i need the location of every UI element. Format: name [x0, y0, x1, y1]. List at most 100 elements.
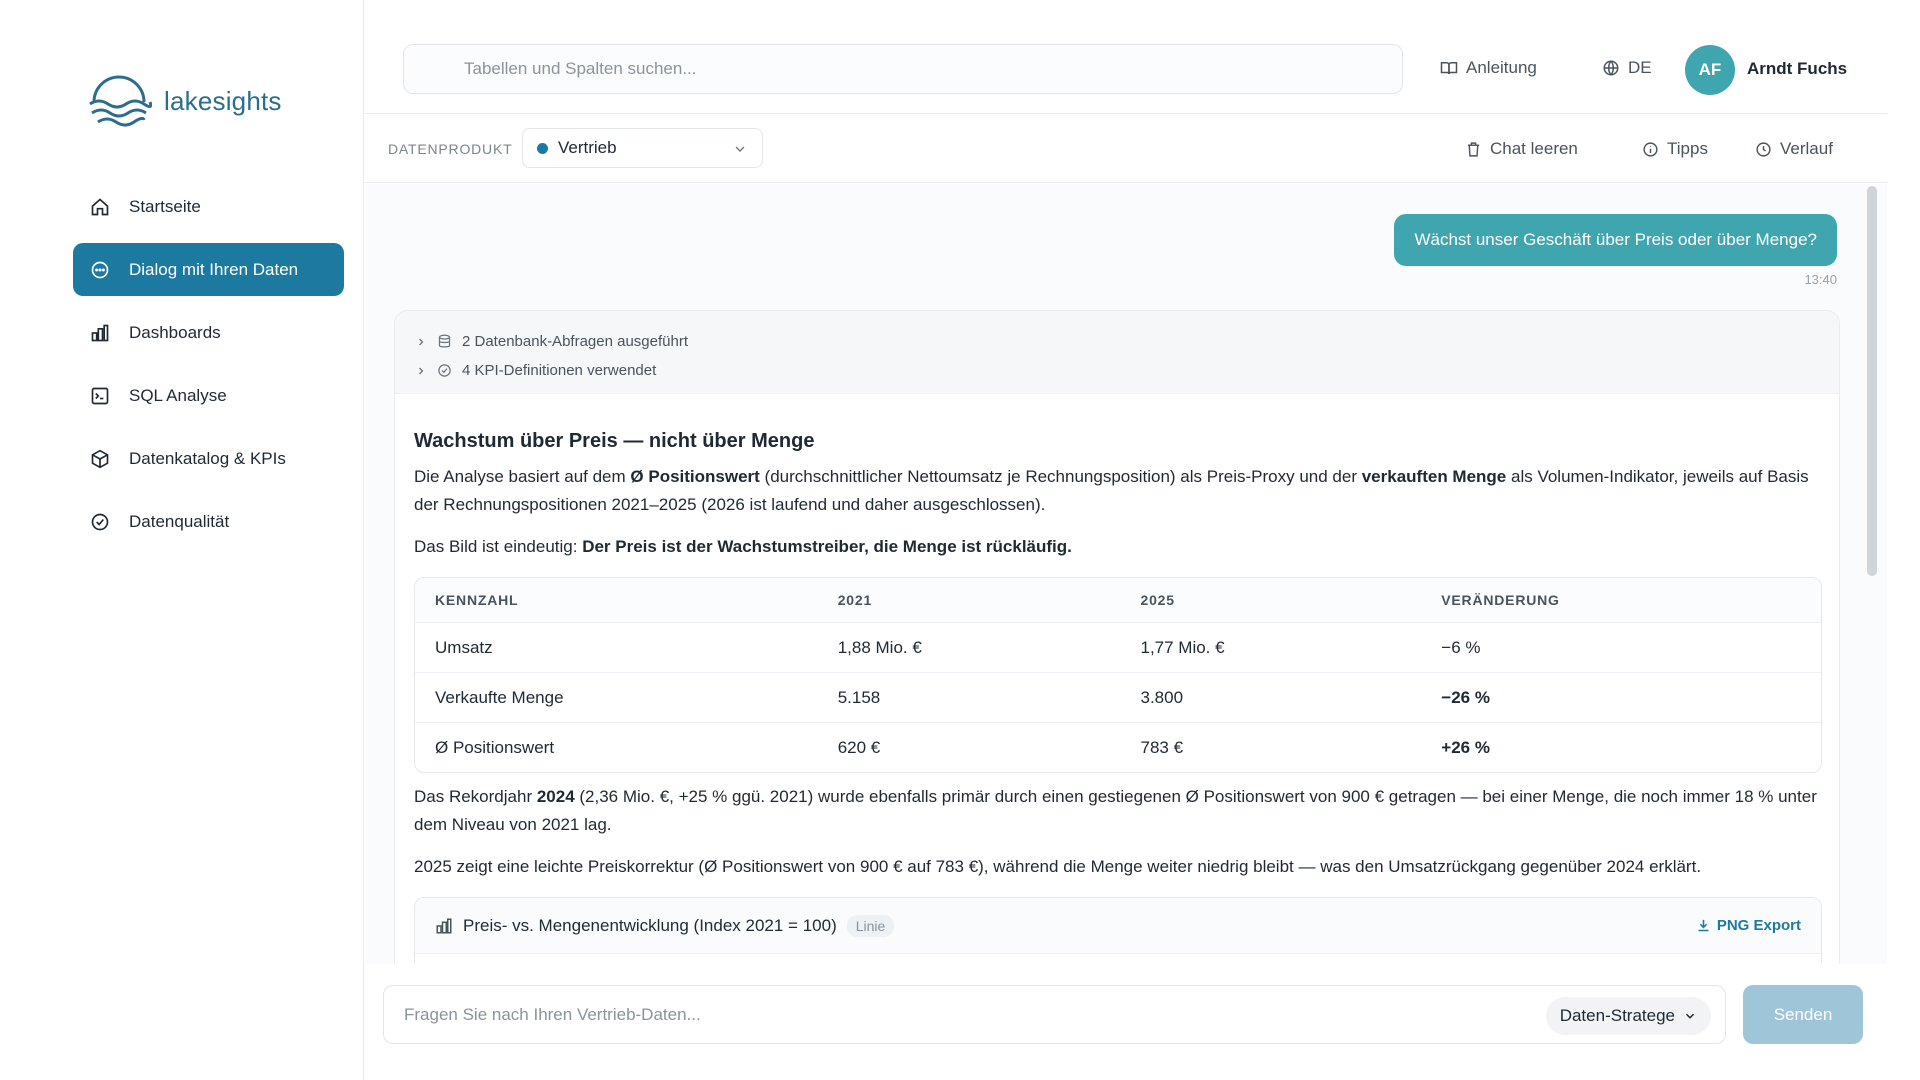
info-icon: [1643, 141, 1658, 157]
chat-icon: [89, 259, 111, 281]
terminal-icon: [89, 385, 111, 407]
globe-icon: [1603, 60, 1619, 76]
check-circle-icon: [89, 511, 111, 533]
user-name[interactable]: Arndt Fuchs: [1747, 59, 1847, 79]
message-input[interactable]: [404, 1000, 1504, 1030]
chat-area[interactable]: Wächst unser Geschäft über Preis oder üb…: [365, 184, 1887, 964]
execution-steps: 2 Datenbank-Abfragen ausgeführt 4 KPI-De…: [395, 311, 1839, 394]
table-header: KENNZAHL 2021 2025 VERÄNDERUNG: [415, 578, 1821, 622]
history-button[interactable]: Verlauf: [1755, 139, 1833, 159]
tips-button[interactable]: Tipps: [1642, 139, 1708, 159]
chart-type-badge: Linie: [846, 914, 895, 937]
sidebar-item-dialog[interactable]: Dialog mit Ihren Daten: [73, 243, 344, 296]
book-icon: [1440, 62, 1458, 75]
data-product-select[interactable]: Vertrieb: [522, 128, 763, 168]
data-product-label: DATENPRODUKT: [388, 141, 513, 157]
chevron-right-icon: [419, 367, 424, 374]
chat-toolbar: DATENPRODUKT Vertrieb Chat leeren Tipps …: [365, 115, 1887, 183]
answer-title: Wachstum über Preis — nicht über Menge: [414, 430, 815, 452]
avatar[interactable]: AF: [1685, 45, 1735, 95]
table-cell: 1,77 Mio. €: [1140, 637, 1225, 657]
table-cell: −26 %: [1441, 687, 1490, 707]
table-cell: Ø Positionswert: [435, 737, 555, 757]
chat-scrollbar[interactable]: [1867, 186, 1877, 576]
send-button[interactable]: Senden: [1743, 985, 1863, 1044]
chevron-down-icon: [1685, 1013, 1695, 1019]
logo[interactable]: lakesights: [86, 68, 282, 134]
main-nav: Startseite Dialog mit Ihren Daten Dashbo…: [73, 180, 344, 558]
png-export-button[interactable]: PNG Export: [1696, 917, 1801, 934]
user-message-bubble: Wächst unser Geschäft über Preis oder üb…: [1394, 214, 1837, 266]
header-cell: 2025: [1140, 592, 1175, 608]
p1-part: Die Analyse basiert auf dem: [414, 467, 631, 486]
p2-part: Das Bild ist eindeutig:: [414, 537, 583, 556]
answer-paragraph-4: 2025 zeigt eine leichte Preiskorrektur (…: [414, 857, 1702, 876]
sidebar-item-dashboards[interactable]: Dashboards: [73, 306, 344, 359]
download-icon: [1698, 919, 1709, 932]
sidebar-item-label: Dashboards: [129, 322, 221, 342]
language-label: DE: [1628, 58, 1652, 77]
table-cell: 620 €: [837, 737, 881, 757]
chart-title: Preis- vs. Mengenentwicklung (Index 2021…: [463, 915, 837, 935]
p3-part: Das Rekordjahr: [414, 787, 537, 806]
sidebar-item-startseite[interactable]: Startseite: [73, 180, 344, 233]
persona-label: Daten-Stratege: [1559, 1006, 1675, 1025]
answer-paragraph-1: Die Analyse basiert auf dem Ø Positionsw…: [414, 463, 1820, 519]
step-label: 2 Datenbank-Abfragen ausgeführt: [462, 333, 688, 350]
table-cell: −6 %: [1441, 637, 1481, 657]
persona-select[interactable]: Daten-Stratege: [1545, 997, 1711, 1035]
database-icon: [438, 334, 451, 348]
sidebar-item-label: Startseite: [129, 196, 201, 216]
answer-paragraph-2: Das Bild ist eindeutig: Der Preis ist de…: [414, 533, 1820, 561]
top-header: Anleitung DE AF Arndt Fuchs: [365, 0, 1887, 114]
user-message-text: Wächst unser Geschäft über Preis oder üb…: [1414, 230, 1817, 249]
table-cell: 783 €: [1140, 737, 1184, 757]
lake-logo-icon: [89, 75, 152, 127]
search-input[interactable]: [403, 44, 1403, 94]
p1-bold: Ø Positionswert: [630, 467, 760, 486]
tips-label: Tipps: [1667, 139, 1708, 158]
p3-bold: 2024: [536, 787, 575, 806]
clear-chat-label: Chat leeren: [1490, 139, 1578, 158]
step-kpis[interactable]: 4 KPI-Definitionen verwendet: [395, 356, 1839, 385]
sidebar-item-qualitaet[interactable]: Datenqualität: [73, 495, 344, 548]
sidebar-item-label: Dialog mit Ihren Daten: [129, 259, 299, 279]
answer-paragraph-3: Das Rekordjahr 2024 (2,36 Mio. €, +25 % …: [414, 783, 1820, 839]
clock-icon: [1756, 141, 1771, 157]
composer: Daten-Stratege: [383, 985, 1726, 1044]
sidebar-item-label: Datenqualität: [129, 511, 230, 531]
data-product-value: Vertrieb: [558, 138, 617, 157]
sidebar-item-label: SQL Analyse: [129, 385, 227, 405]
chart-header: Preis- vs. Mengenentwicklung (Index 2021…: [415, 898, 1821, 954]
package-icon: [89, 448, 111, 470]
guide-link[interactable]: Anleitung: [1440, 58, 1537, 78]
answer-content: Wachstum über Preis — nicht über Menge D…: [395, 394, 1839, 964]
header-cell: 2021: [837, 592, 873, 608]
home-icon: [89, 196, 111, 218]
table-row: Umsatz 1,88 Mio. € 1,77 Mio. € −6 %: [415, 622, 1821, 672]
chart-card: Preis- vs. Mengenentwicklung (Index 2021…: [414, 897, 1822, 964]
guide-label: Anleitung: [1466, 58, 1537, 77]
step-queries[interactable]: 2 Datenbank-Abfragen ausgeführt: [395, 327, 1839, 356]
assistant-answer: 2 Datenbank-Abfragen ausgeführt 4 KPI-De…: [394, 310, 1840, 964]
p3-part: (2,36 Mio. €, +25 % ggü. 2021) wurde ebe…: [414, 787, 1817, 834]
p1-bold: verkauften Menge: [1361, 467, 1507, 486]
header-cell: KENNZAHL: [435, 592, 519, 608]
sidebar-item-katalog[interactable]: Datenkatalog & KPIs: [73, 432, 344, 485]
p1-part: (durchschnittlicher Nettoumsatz je Rechn…: [759, 467, 1362, 486]
trash-icon: [1467, 141, 1480, 157]
check-circle-icon: [438, 364, 451, 377]
step-label: 4 KPI-Definitionen verwendet: [462, 362, 657, 379]
table-row: Ø Positionswert 620 € 783 € +26 %: [415, 722, 1821, 772]
avatar-initials: AF: [1698, 60, 1722, 79]
bar-chart-icon: [436, 918, 452, 933]
table-cell: Umsatz: [435, 637, 493, 657]
table-cell: 1,88 Mio. €: [837, 637, 922, 657]
language-switch[interactable]: DE: [1602, 58, 1652, 78]
sidebar-item-label: Datenkatalog & KPIs: [129, 448, 286, 468]
kpi-table: KENNZAHL 2021 2025 VERÄNDERUNG Umsatz 1,…: [414, 577, 1822, 773]
history-label: Verlauf: [1780, 139, 1833, 158]
table-cell: Verkaufte Menge: [435, 687, 564, 707]
clear-chat-button[interactable]: Chat leeren: [1465, 139, 1578, 159]
sidebar-item-sql[interactable]: SQL Analyse: [73, 369, 344, 422]
